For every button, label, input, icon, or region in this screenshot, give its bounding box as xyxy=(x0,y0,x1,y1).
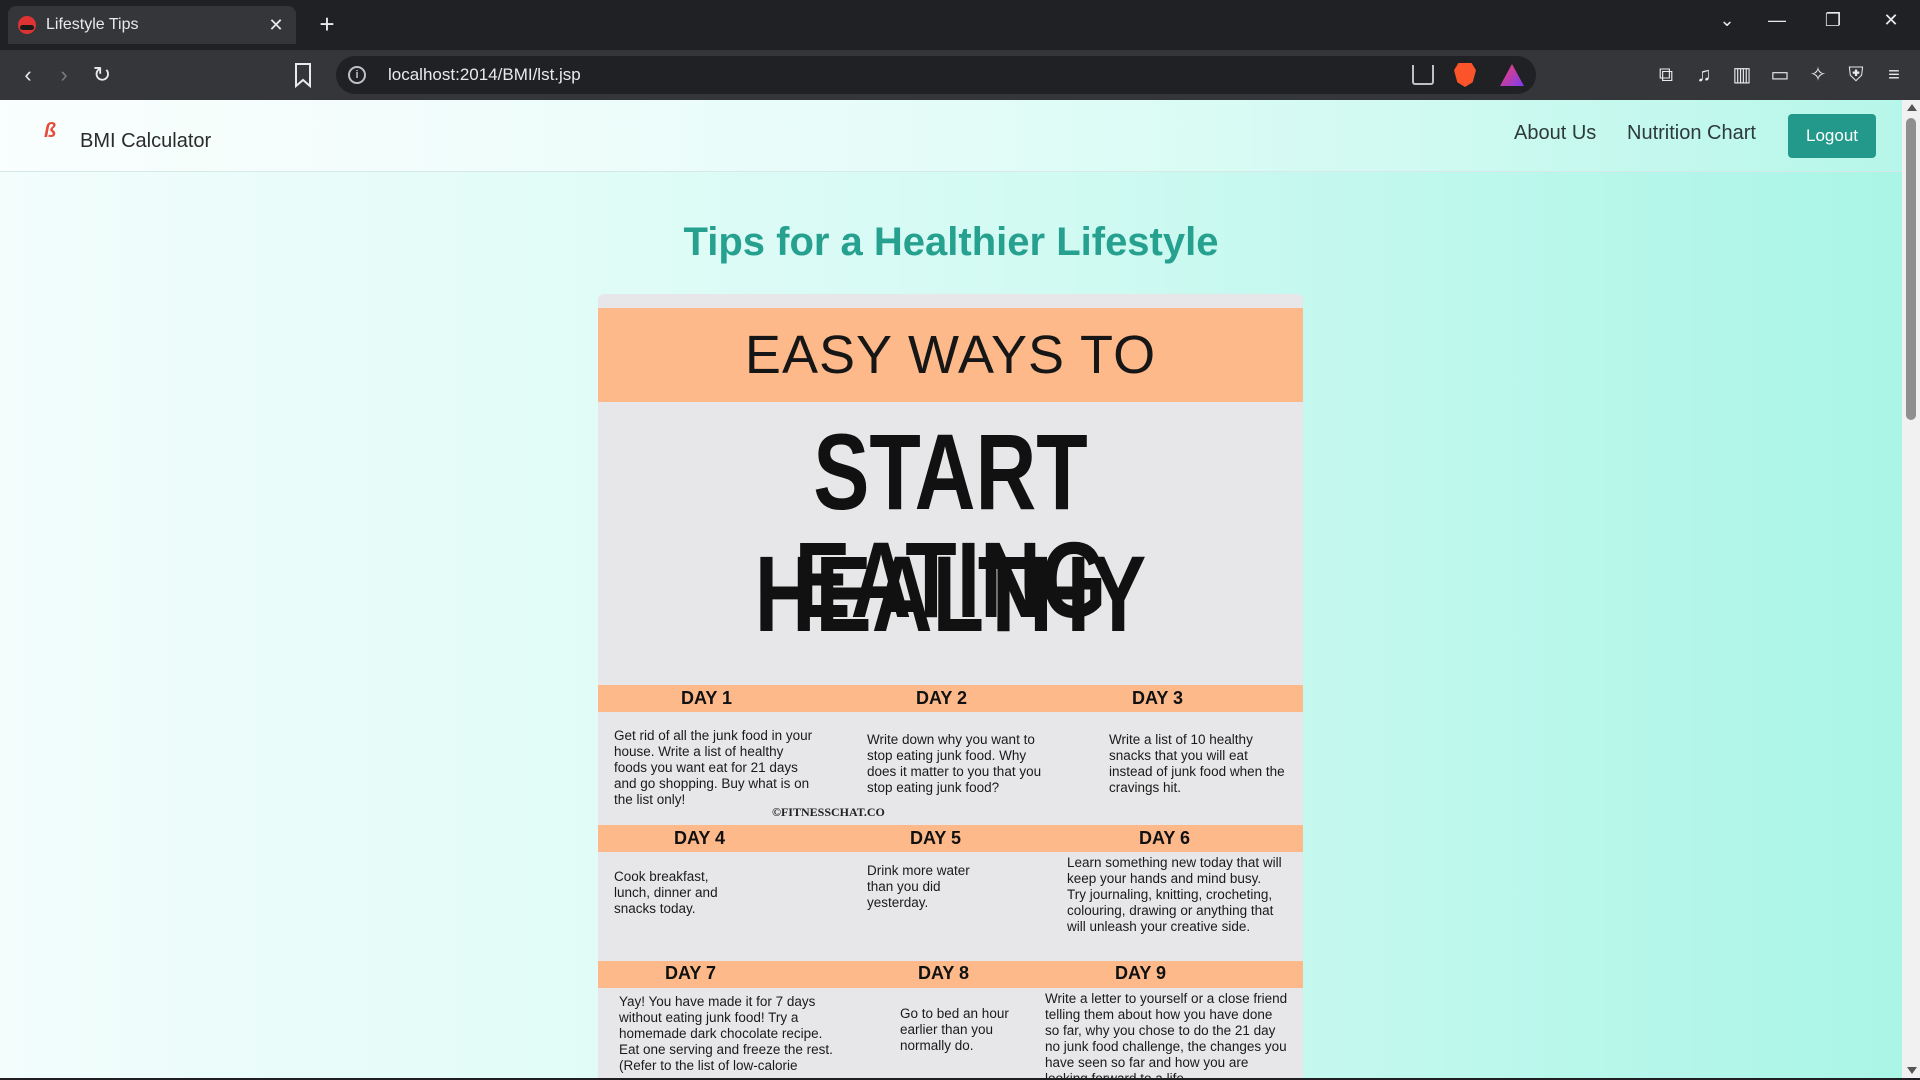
extensions-icon[interactable]: ⧉ xyxy=(1654,64,1678,86)
minimize-icon[interactable]: — xyxy=(1762,10,1792,31)
leo-ai-icon[interactable]: ✧ xyxy=(1806,64,1830,86)
scroll-thumb[interactable] xyxy=(1906,118,1916,420)
day-9-label: DAY 9 xyxy=(1115,963,1167,983)
bookmark-icon[interactable] xyxy=(292,62,314,88)
day-6-text: Learn something new today that will keep… xyxy=(1067,855,1282,934)
tab-lifestyle-tips[interactable]: Lifestyle Tips ✕ xyxy=(8,6,296,44)
url-text[interactable]: localhost:2014/BMI/lst.jsp xyxy=(388,65,1412,85)
day-7-label: DAY 7 xyxy=(665,963,717,983)
media-icon[interactable]: ♫ xyxy=(1692,64,1716,86)
logout-button[interactable]: Logout xyxy=(1788,114,1876,158)
poster-heading-line2: HEALTHY xyxy=(754,533,1147,654)
nav-nutrition-chart[interactable]: Nutrition Chart xyxy=(1627,122,1756,145)
day-8-label: DAY 8 xyxy=(918,963,970,983)
poster-copyright: ©FITNESSCHAT.CO xyxy=(772,805,885,819)
sidebar-icon[interactable]: ▥ xyxy=(1730,64,1754,86)
tab-title: Lifestyle Tips xyxy=(46,16,139,33)
favicon-icon xyxy=(18,16,36,34)
day-3-label: DAY 3 xyxy=(1132,688,1184,708)
day-7-text: Yay! You have made it for 7 days without… xyxy=(619,994,833,1073)
scroll-down-arrow-icon[interactable] xyxy=(1907,1067,1917,1074)
day-2-text: Write down why you want to stop eating j… xyxy=(867,732,1042,795)
reload-icon[interactable]: ↻ xyxy=(86,60,118,90)
brave-rewards-icon[interactable] xyxy=(1500,64,1524,86)
address-bar[interactable]: i localhost:2014/BMI/lst.jsp xyxy=(336,56,1536,94)
day-3-text: Write a list of 10 healthy snacks that y… xyxy=(1109,732,1285,795)
day-6-label: DAY 6 xyxy=(1139,828,1191,848)
day-5-label: DAY 5 xyxy=(910,828,962,848)
day-4-label: DAY 4 xyxy=(674,828,726,848)
page-scrollbar[interactable] xyxy=(1902,100,1920,1078)
tab-bar: Lifestyle Tips ✕ + ⌄ — ❐ ✕ xyxy=(0,0,1920,50)
lifestyle-infographic: EASY WAYS TO START EATING HEALTHY DAY 1 … xyxy=(598,294,1303,1078)
browser-window: Lifestyle Tips ✕ + ⌄ — ❐ ✕ ‹ › ↻ i local… xyxy=(0,0,1920,1080)
day-8-text: Go to bed an hour earlier than you norma… xyxy=(900,1006,1009,1053)
close-window-icon[interactable]: ✕ xyxy=(1876,10,1906,31)
site-info-icon[interactable]: i xyxy=(348,66,366,84)
day-4-text: Cook breakfast, lunch, dinner and snacks… xyxy=(614,869,718,916)
poster-heading-top: EASY WAYS TO xyxy=(744,325,1157,385)
forward-icon[interactable]: › xyxy=(48,60,80,90)
page-viewport: ß BMI Calculator About Us Nutrition Char… xyxy=(0,100,1920,1078)
day-1-label: DAY 1 xyxy=(681,688,733,708)
day-1-text: Get rid of all the junk food in your hou… xyxy=(614,728,813,807)
day-5-text: Drink more water than you did yesterday. xyxy=(867,863,970,910)
restore-icon[interactable]: ❐ xyxy=(1818,10,1848,31)
brand-name[interactable]: BMI Calculator xyxy=(80,130,211,153)
nav-about-us[interactable]: About Us xyxy=(1514,122,1596,145)
tab-close-icon[interactable]: ✕ xyxy=(266,15,286,36)
site-navbar: ß BMI Calculator About Us Nutrition Char… xyxy=(0,100,1902,172)
back-icon[interactable]: ‹ xyxy=(12,60,44,90)
brave-shields-icon[interactable] xyxy=(1454,63,1476,87)
day-2-label: DAY 2 xyxy=(916,688,968,708)
scroll-up-arrow-icon[interactable] xyxy=(1907,104,1917,111)
menu-icon[interactable]: ≡ xyxy=(1882,64,1906,86)
vpn-icon[interactable]: ⛨ xyxy=(1844,64,1868,86)
tab-search-chevron-icon[interactable]: ⌄ xyxy=(1712,10,1742,31)
share-icon[interactable] xyxy=(1412,65,1434,85)
wallet-icon[interactable]: ▭ xyxy=(1768,64,1792,86)
new-tab-button[interactable]: + xyxy=(312,10,342,38)
day-9-text: Write a letter to yourself or a close fr… xyxy=(1045,991,1288,1078)
browser-toolbar: ‹ › ↻ i localhost:2014/BMI/lst.jsp ⧉ ♫ ▥… xyxy=(0,50,1920,100)
page-title: Tips for a Healthier Lifestyle xyxy=(683,220,1219,264)
brand-logo-icon[interactable]: ß xyxy=(44,120,64,142)
